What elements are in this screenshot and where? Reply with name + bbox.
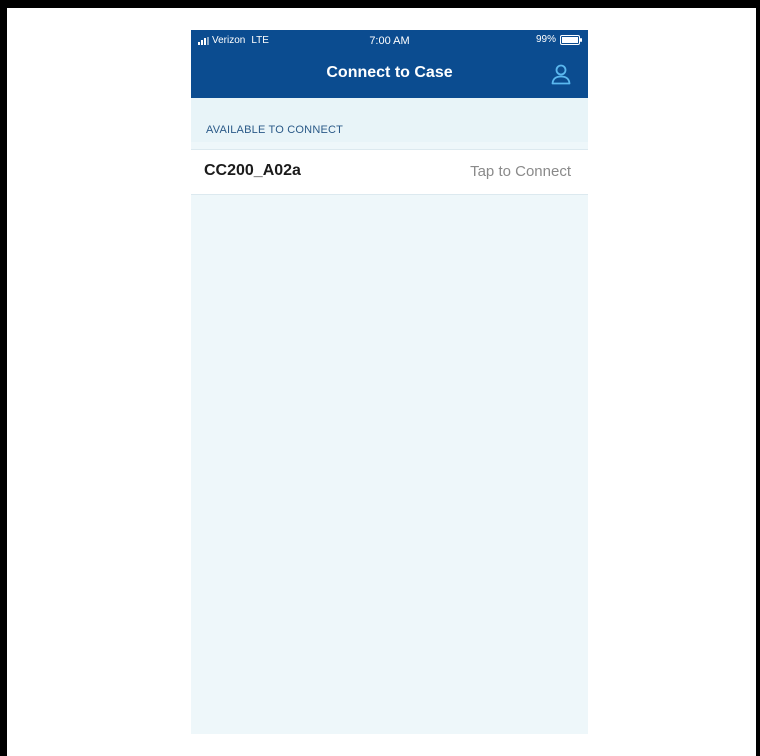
status-bar: Verizon LTE 7:00 AM 99% xyxy=(191,30,588,56)
section-header: AVAILABLE TO CONNECT xyxy=(191,98,588,142)
navigation-bar: Verizon LTE 7:00 AM 99% Connect to Case xyxy=(191,30,588,98)
person-icon[interactable] xyxy=(550,63,572,85)
tap-to-connect-label: Tap to Connect xyxy=(470,163,571,180)
section-header-label: AVAILABLE TO CONNECT xyxy=(206,124,344,136)
device-row[interactable]: CC200_A02a Tap to Connect xyxy=(191,149,588,195)
device-name: CC200_A02a xyxy=(204,162,301,179)
page-title: Connect to Case xyxy=(326,64,453,81)
status-right: 99% xyxy=(535,34,582,45)
battery-percent: 99% xyxy=(535,34,556,45)
phone-screen: Verizon LTE 7:00 AM 99% Connect to Case … xyxy=(191,30,588,734)
status-time: 7:00 AM xyxy=(369,35,410,47)
battery-icon xyxy=(560,34,582,45)
